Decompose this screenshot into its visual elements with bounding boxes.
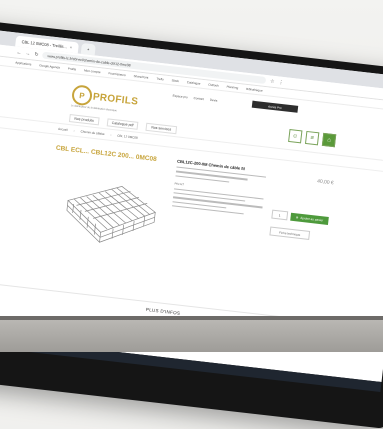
top-links: Espace pro Contact Devis [172,94,217,103]
datasheet-button[interactable]: Fiche technique [269,226,311,240]
star-icon[interactable]: ☆ [270,78,275,84]
bookmark-item[interactable]: Applications [15,61,32,67]
breadcrumb-separator-icon: › [110,132,112,137]
cart-small-icon: ⊕ [295,214,299,220]
new-tab-button[interactable]: + [80,42,96,56]
list-icon[interactable]: ≡ [304,130,320,146]
description-line [172,205,244,215]
add-to-cart-label: Ajouter au panier [300,215,324,222]
top-link[interactable]: Espace pro [172,94,188,100]
breadcrumb-item[interactable]: CBL 12 0MC08 [117,134,138,140]
cart-icon[interactable]: ⌂ [321,132,337,148]
laptop-frame: CBL 12 0MC08 - Treillis... × + – □ × ← →… [0,18,383,429]
add-to-cart-button[interactable]: ⊕ Ajouter au panier [290,212,329,225]
breadcrumb-item[interactable]: Chemin de câbles [80,129,104,136]
menu-icon[interactable]: ⋮ [278,79,284,86]
top-link[interactable]: Contact [193,96,204,101]
bookmark-item[interactable]: Mon compte [84,68,101,74]
logo-text: PROFILS [92,91,139,108]
bookmark-item[interactable]: Trello [156,77,164,82]
product-description: CBL12C-200-0M Chemin de câble fil Prix H… [172,159,267,220]
cable-tray-image[interactable] [56,170,163,251]
user-icon[interactable]: ☺ [288,129,303,144]
bookmark-item[interactable]: Fournisseurs [108,71,126,77]
bookmark-item[interactable]: Profils [68,67,77,72]
bookmark-item[interactable]: Slack [171,78,179,83]
nav-item[interactable]: Nos services [145,122,177,135]
product-price: 40,00 € [316,178,335,187]
quantity-input[interactable]: 1 [271,209,289,221]
bookmark-item[interactable]: Google Agenda [39,63,60,69]
nav-item[interactable]: Catalogue pdf [106,118,139,130]
bookmark-item[interactable]: Planning [226,85,238,90]
top-link[interactable]: Devis [210,98,218,103]
pro-access-button[interactable]: Accès Pro [251,100,299,113]
breadcrumb-separator-icon: › [73,128,75,133]
reload-icon[interactable]: ↻ [34,51,39,57]
buy-box: 40,00 € 1 ⊕ Ajouter au panier Fiche tech… [269,174,334,242]
breadcrumb-item[interactable]: Accueil [58,127,68,132]
bookmark-item[interactable]: Outlook [208,83,219,88]
forward-icon[interactable]: → [25,50,31,57]
logo-mark-icon: P [70,84,94,107]
bookmark-item[interactable]: SharePoint [133,74,148,80]
laptop-base [0,320,383,352]
tab-label: CBL 12 0MC08 - Treillis... [21,39,68,50]
bookmark-item[interactable]: Catalogue [187,80,201,86]
nav-item[interactable]: Nos produits [68,114,100,126]
close-tab-icon[interactable]: × [70,45,73,50]
product-reference-title: CBL ECL... CBL12C 200... 0MC08 [55,144,158,164]
back-icon[interactable]: ← [16,49,22,56]
quantity-row: 1 ⊕ Ajouter au panier [271,209,330,226]
bookmark-item[interactable]: Bibliothèque [246,87,263,93]
header-icons: ☺ ≡ ⌂ [288,129,337,148]
